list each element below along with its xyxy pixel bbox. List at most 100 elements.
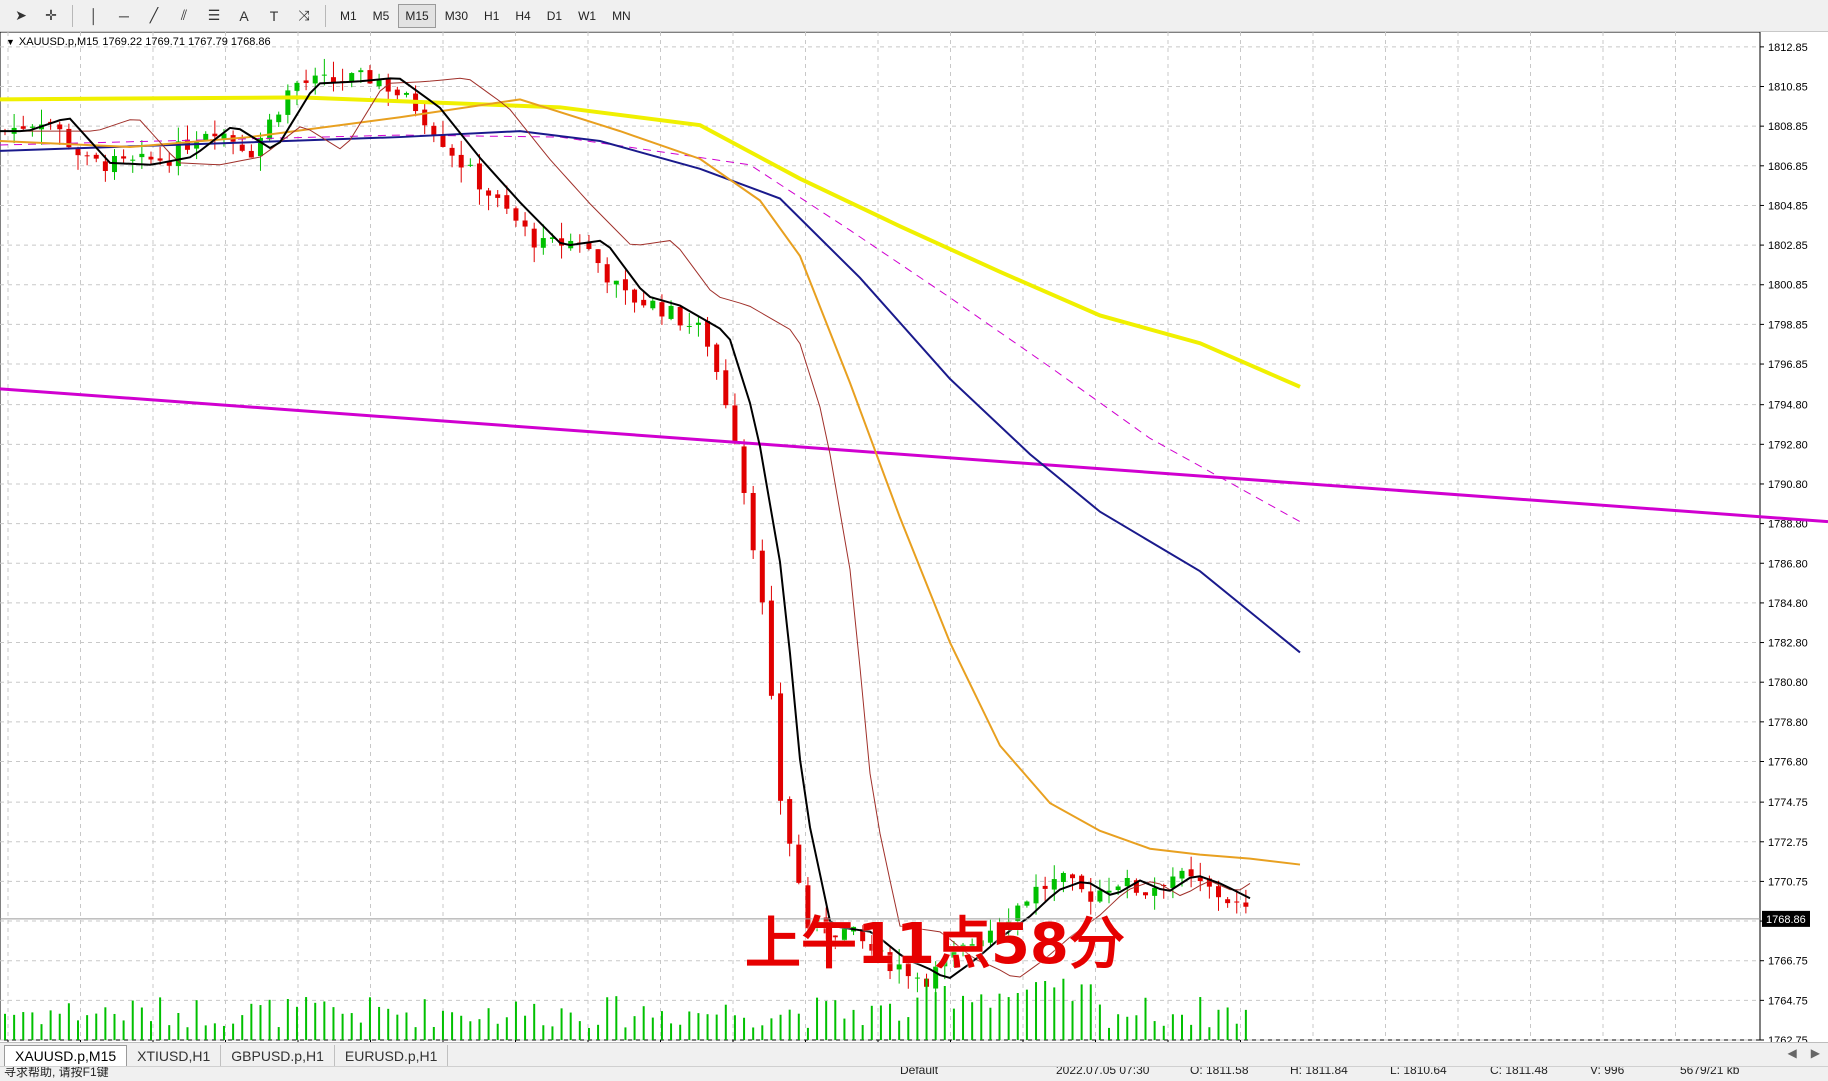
candle-bear: [20, 126, 26, 129]
candle-bear: [1243, 902, 1249, 907]
candle-bear: [759, 550, 765, 603]
candle-bear: [1234, 901, 1240, 903]
candle-bear: [677, 306, 683, 326]
y-tick-label: 1784.80: [1768, 598, 1808, 610]
candle-bear: [622, 279, 628, 291]
candle-bull: [467, 164, 473, 166]
candle-bull: [376, 79, 382, 87]
candle-bear: [394, 89, 400, 96]
text-icon[interactable]: A: [232, 4, 256, 28]
candle-bull: [695, 322, 701, 325]
y-tick-label: 1762.75: [1768, 1035, 1808, 1042]
timeframe-mn-button[interactable]: MN: [605, 4, 638, 28]
trendline-icon[interactable]: ╱: [142, 4, 166, 28]
timeframe-m5-button[interactable]: M5: [366, 4, 397, 28]
candle-bear: [440, 134, 446, 147]
candle-bear: [486, 190, 492, 196]
candle-bear: [586, 242, 592, 249]
candle-bull: [203, 133, 209, 141]
timeframe-h1-button[interactable]: H1: [477, 4, 506, 28]
tab-chart-0[interactable]: XAUUSD.p,M15: [4, 1045, 128, 1066]
candle-bear: [595, 249, 601, 264]
candle-bear: [1216, 886, 1222, 898]
candle-bear: [57, 124, 63, 130]
candle-bear: [239, 144, 245, 151]
timeframe-m15-button[interactable]: M15: [398, 3, 436, 28]
candle-bear: [714, 344, 720, 372]
candle-bear: [1225, 899, 1231, 904]
tab-chart-2[interactable]: GBPUSD.p,H1: [221, 1045, 335, 1066]
candle-bull: [321, 74, 327, 76]
candle-bear: [723, 370, 729, 406]
timeframe-w1-button[interactable]: W1: [571, 4, 603, 28]
current-price-label: 1768.86: [1766, 914, 1806, 926]
candle-bear: [303, 80, 309, 83]
y-tick-label: 1780.80: [1768, 677, 1808, 689]
channel-icon[interactable]: ⫽: [172, 4, 196, 28]
candle-bear: [778, 693, 784, 801]
arrows-icon[interactable]: ⤨: [292, 4, 316, 28]
candle-bear: [93, 154, 99, 159]
candle-bear: [659, 302, 665, 317]
candle-bull: [358, 70, 364, 73]
candle-bear: [768, 600, 774, 696]
overlay-annotation: 上午11点58分: [745, 912, 1125, 977]
timeframe-h4-button[interactable]: H4: [508, 4, 537, 28]
vertical-line-icon[interactable]: │: [82, 4, 106, 28]
candle-bull: [613, 280, 619, 285]
tab-scroll-right-icon[interactable]: ▶: [1811, 1046, 1820, 1060]
collapse-triangle-icon[interactable]: ▼: [6, 37, 15, 47]
y-tick-label: 1806.85: [1768, 161, 1808, 173]
candle-bear: [1188, 869, 1194, 877]
text-label-icon[interactable]: T: [262, 4, 286, 28]
candle-bull: [1170, 876, 1176, 888]
candle-bear: [604, 264, 610, 283]
plot-area: [0, 32, 1761, 1041]
tab-chart-3[interactable]: EURUSD.p,H1: [335, 1045, 449, 1066]
status-traffic: 5679/21 kb: [1680, 1066, 1740, 1077]
candle-bull: [668, 305, 674, 319]
status-profile: Default: [900, 1066, 939, 1077]
candle-bull: [312, 75, 318, 84]
tab-chart-1[interactable]: XTIUSD,H1: [127, 1045, 222, 1066]
y-tick-label: 1766.75: [1768, 956, 1808, 968]
candle-bear: [531, 228, 537, 248]
candle-bull: [540, 238, 546, 248]
timeframe-m30-button[interactable]: M30: [438, 4, 475, 28]
chart-info: ▼ XAUUSD.p,M15 1769.22 1769.71 1767.79 1…: [6, 36, 271, 48]
candle-bear: [705, 321, 711, 347]
cursor-arrow-icon[interactable]: ➤: [9, 4, 33, 28]
candle-bear: [1143, 892, 1149, 896]
timeframe-m1-button[interactable]: M1: [333, 4, 364, 28]
candle-bull: [1115, 886, 1121, 891]
tab-scroll-left-icon[interactable]: ◀: [1788, 1046, 1797, 1060]
candle-bear: [1042, 885, 1048, 889]
status-low: L: 1810.64: [1390, 1066, 1447, 1077]
chart-window[interactable]: 1812.85 1810.85 1808.85 1806.85 1804.85 1802.…: [0, 32, 1828, 1042]
candle-bear: [157, 158, 163, 161]
crosshair-icon[interactable]: ✛: [39, 4, 63, 28]
timeframe-d1-button[interactable]: D1: [540, 4, 569, 28]
candle-bear: [504, 195, 510, 209]
candle-bear: [1070, 874, 1076, 879]
candle-bull: [1124, 877, 1130, 887]
price-chart[interactable]: 1812.85 1810.85 1808.85 1806.85 1804.85 1802.…: [0, 32, 1828, 1042]
y-tick-label: 1810.85: [1768, 82, 1808, 94]
candle-bull: [1051, 879, 1057, 890]
y-tick-label: 1804.85: [1768, 200, 1808, 212]
candle-bull: [130, 159, 136, 161]
y-tick-label: 1798.85: [1768, 319, 1808, 331]
candle-bear: [458, 154, 464, 168]
candle-bull: [29, 126, 35, 128]
fibonacci-icon[interactable]: ☰: [202, 4, 226, 28]
horizontal-line-icon[interactable]: ─: [112, 4, 136, 28]
status-high: H: 1811.84: [1290, 1066, 1348, 1077]
candle-bear: [796, 844, 802, 883]
candle-bear: [632, 289, 638, 303]
candle-bear: [84, 155, 90, 157]
candle-bear: [1197, 877, 1203, 882]
candle-bear: [732, 405, 738, 444]
y-tick-label: 1764.75: [1768, 995, 1808, 1007]
candle-bull: [650, 300, 656, 309]
candle-bear: [741, 446, 747, 493]
